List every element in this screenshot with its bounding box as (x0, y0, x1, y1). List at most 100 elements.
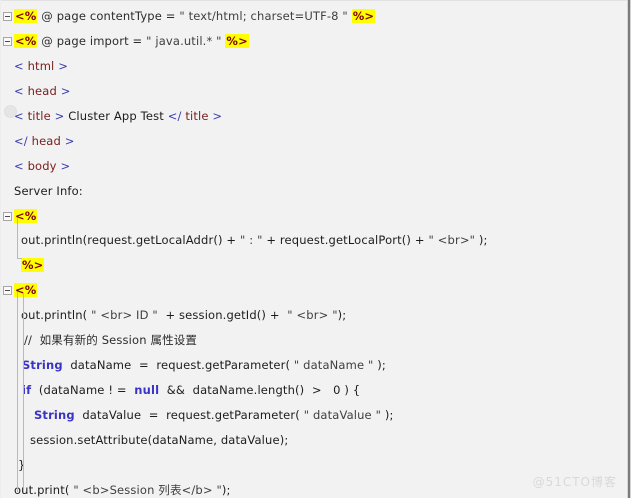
code-line[interactable]: <% (0, 204, 628, 229)
code-token: ); (221, 483, 231, 497)
code-line[interactable]: out.println(request.getLocalAddr() + " :… (0, 228, 628, 253)
code-token: %> (351, 9, 376, 23)
code-token: " : " (240, 233, 263, 247)
code-line-text: < body > (14, 154, 70, 179)
code-line-text: < title > Cluster App Test </ title > (14, 104, 222, 129)
code-token: " text/html; charset=UTF-8 " (179, 9, 348, 23)
code-token: " dataName " (293, 358, 374, 372)
code-token: null (134, 383, 160, 397)
code-token: out.println(request.getLocalAddr() + (21, 233, 241, 247)
code-token: Cluster App Test (68, 109, 168, 123)
code-token: head (27, 84, 57, 98)
code-line[interactable]: String dataValue = request.getParameter(… (0, 403, 628, 428)
code-token: dataValue = request.getParameter( (74, 408, 304, 422)
code-token: body (27, 159, 57, 173)
code-token: " java.util.* " (146, 34, 222, 48)
code-token: > (56, 84, 71, 98)
code-line-text: out.println(request.getLocalAddr() + " :… (21, 228, 488, 253)
code-line-text: < head > (14, 79, 71, 104)
window-top-edge (0, 0, 631, 1)
code-line[interactable]: out.println( " <br> ID " + session.getId… (0, 303, 628, 328)
code-token: head (31, 134, 61, 148)
code-token: ); (373, 358, 386, 372)
code-token: String (34, 408, 75, 422)
code-line-text: String dataValue = request.getParameter(… (34, 403, 394, 428)
code-token: > (50, 109, 69, 123)
code-line[interactable]: %> (0, 253, 628, 278)
code-line-text: out.println( " <br> ID " + session.getId… (21, 303, 346, 328)
code-line[interactable]: </ head > (0, 129, 628, 154)
code-line-text: < html > (14, 54, 68, 79)
code-line-text: </ head > (14, 129, 75, 154)
code-token: ); (337, 308, 347, 322)
code-token: %> (21, 258, 45, 272)
code-surface[interactable]: <% @ page contentType = " text/html; cha… (0, 0, 628, 500)
code-token: html (27, 59, 55, 73)
code-token: } (18, 458, 26, 472)
code-token: @ page import = (37, 34, 147, 48)
code-line[interactable]: <% @ page contentType = " text/html; cha… (0, 4, 628, 29)
code-token: </ (167, 109, 186, 123)
code-token: > (56, 159, 71, 173)
code-token: " <br> ID " (91, 308, 158, 322)
line-marker-icon (4, 105, 17, 118)
code-line-text: } (18, 453, 25, 478)
fold-guide-line (17, 218, 18, 258)
code-token: %> (225, 34, 249, 48)
code-line-text: Server Info: (14, 179, 83, 204)
code-editor-window: <% @ page contentType = " text/html; cha… (0, 0, 631, 500)
code-token: + request.getLocalPort() + (262, 233, 429, 247)
code-line[interactable]: < body > (0, 154, 628, 179)
code-token: " <br> " (287, 308, 338, 322)
code-token: <% (14, 9, 38, 23)
code-line[interactable]: < title > Cluster App Test </ title > (0, 104, 628, 129)
code-token: out.println( (21, 308, 92, 322)
code-token: Server Info: (14, 184, 83, 198)
fold-collapse-icon[interactable] (3, 286, 12, 295)
code-token: dataName = request.getParameter( (62, 358, 294, 372)
code-token: && dataName.length() > 0 ) { (159, 383, 361, 397)
code-line-text: out.print( " <b>Session 列表</b> "); (14, 478, 231, 500)
code-token: String (22, 358, 63, 372)
code-line-text: <% @ page import = " java.util.* " %> (14, 29, 249, 54)
code-token: title (185, 109, 209, 123)
code-token: title (27, 109, 51, 123)
code-token: (dataName ! = (31, 383, 135, 397)
fold-collapse-icon[interactable] (3, 212, 12, 221)
code-token: session.setAttribute(dataName, dataValue… (30, 433, 289, 447)
code-line[interactable]: // 如果有新的 Session 属性设置 (0, 328, 628, 353)
code-token: ); (381, 408, 394, 422)
code-token: < (14, 159, 28, 173)
fold-collapse-icon[interactable] (3, 37, 12, 46)
fold-guide-line (17, 292, 18, 492)
window-left-edge (0, 0, 1, 500)
code-line-text: String dataName = request.getParameter( … (22, 353, 386, 378)
code-line[interactable]: < head > (0, 79, 628, 104)
code-token: // 如果有新的 Session 属性设置 (24, 333, 198, 347)
code-line[interactable]: String dataName = request.getParameter( … (0, 353, 628, 378)
code-line[interactable]: if (dataName ! = null && dataName.length… (0, 378, 628, 403)
code-line-text: session.setAttribute(dataName, dataValue… (30, 428, 288, 453)
code-token: <% (14, 34, 38, 48)
fold-guide-foot (17, 258, 22, 259)
code-token: > (208, 109, 223, 123)
code-token: + session.getId() + (157, 308, 288, 322)
code-token: </ (14, 134, 32, 148)
code-line[interactable]: <% @ page import = " java.util.* " %> (0, 29, 628, 54)
fold-collapse-icon[interactable] (3, 12, 12, 21)
watermark: @51CTO博客 (532, 475, 617, 489)
code-token: " dataValue " (303, 408, 382, 422)
code-line-text: <% @ page contentType = " text/html; cha… (14, 4, 376, 29)
code-line[interactable]: <% (0, 278, 628, 303)
code-line[interactable]: session.setAttribute(dataName, dataValue… (0, 428, 628, 453)
fold-guide-line (23, 292, 24, 492)
code-token: > (54, 59, 68, 73)
code-line-text: if (dataName ! = null && dataName.length… (22, 378, 360, 403)
code-line-text: // 如果有新的 Session 属性设置 (24, 328, 197, 353)
code-token: < (14, 84, 28, 98)
code-token: ); (475, 233, 488, 247)
code-token: " <br>" (428, 233, 476, 247)
code-token: @ page contentType = (37, 9, 180, 23)
code-line[interactable]: < html > (0, 54, 628, 79)
code-line[interactable]: Server Info: (0, 179, 628, 204)
